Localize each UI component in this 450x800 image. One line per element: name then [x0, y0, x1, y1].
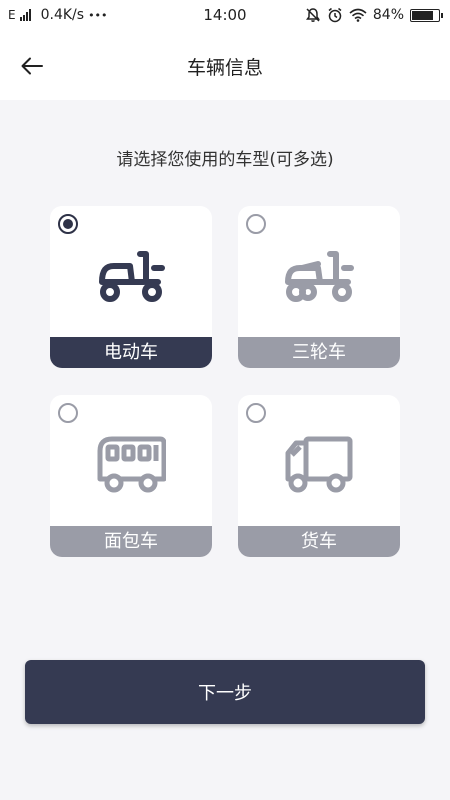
- van-icon: [97, 436, 166, 493]
- tricycle-icon: [285, 251, 354, 302]
- alarm-icon: [328, 7, 342, 23]
- radio-tricycle[interactable]: [246, 214, 266, 234]
- status-bar: E 0.4K/s ••• 14:00 84%: [0, 0, 450, 32]
- battery-percent: 84%: [372, 7, 404, 23]
- vehicle-card-tricycle[interactable]: 三轮车: [238, 206, 400, 368]
- battery-fill: [412, 10, 433, 20]
- nav-bar: 车辆信息: [0, 32, 450, 100]
- page-title: 车辆信息: [186, 57, 263, 79]
- electric-scooter-icon: [99, 251, 165, 302]
- vehicle-card-truck[interactable]: 货车: [238, 395, 400, 557]
- selection-prompt: 请选择您使用的车型(可多选): [116, 150, 334, 170]
- radio-truck[interactable]: [246, 403, 266, 423]
- wifi-icon: [349, 8, 367, 22]
- next-step-button[interactable]: 下一步: [25, 660, 425, 724]
- status-right: 84%: [305, 7, 443, 23]
- vehicle-card-electric-scooter[interactable]: 电动车: [50, 206, 212, 368]
- mute-bell-icon: [305, 8, 320, 22]
- vehicle-label: 面包车: [50, 526, 212, 557]
- battery-icon: [410, 8, 443, 22]
- vehicle-label: 电动车: [50, 337, 212, 368]
- vehicle-label: 三轮车: [238, 337, 400, 368]
- radio-electric-scooter[interactable]: [58, 214, 78, 234]
- vehicle-label: 货车: [238, 526, 400, 557]
- radio-van[interactable]: [58, 403, 78, 423]
- vehicle-card-van[interactable]: 面包车: [50, 395, 212, 557]
- truck-icon: [285, 436, 353, 493]
